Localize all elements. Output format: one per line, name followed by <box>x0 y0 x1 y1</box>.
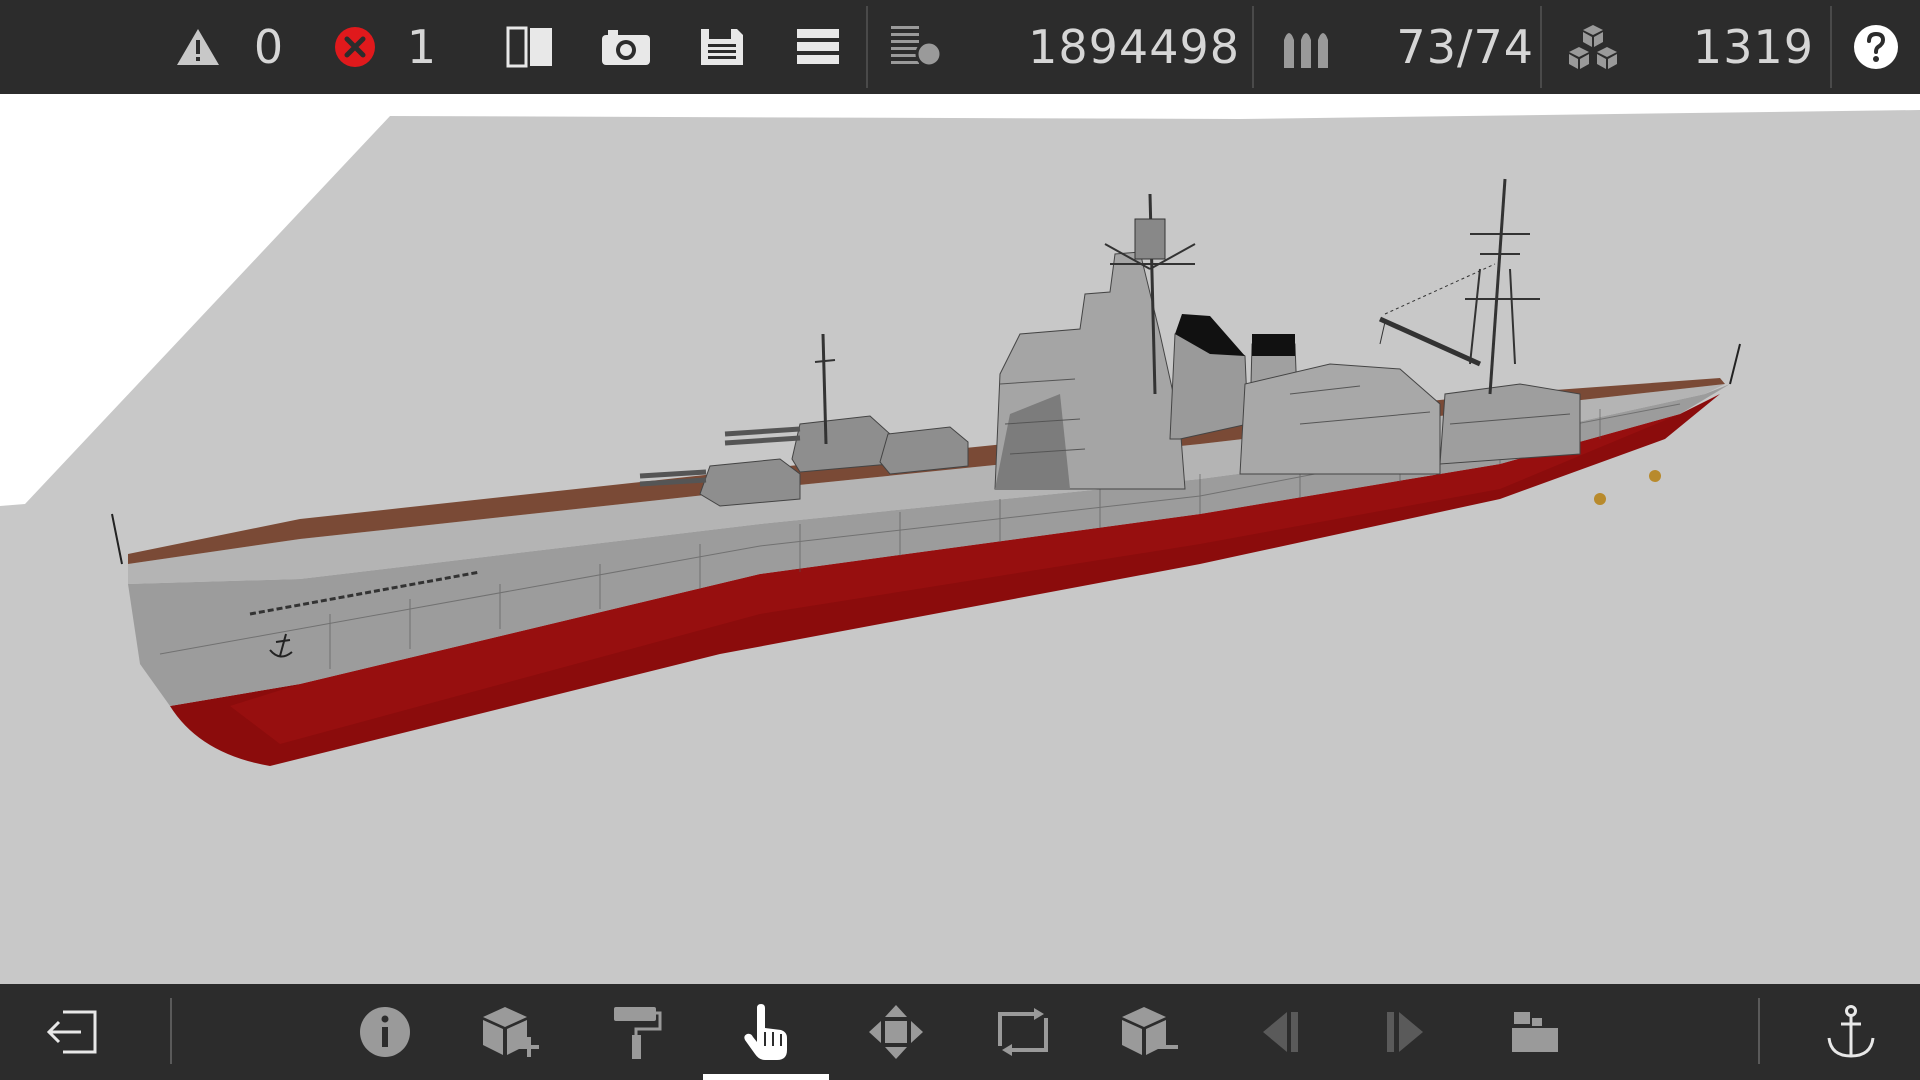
add-cube-icon <box>483 1007 539 1057</box>
error-icon[interactable] <box>330 0 380 94</box>
previous-button[interactable] <box>1218 984 1344 1080</box>
move-button[interactable] <box>833 984 959 1080</box>
top-toolbar: 0 1 1894498 73/74 1319 <box>0 0 1920 94</box>
add-part-button[interactable] <box>448 984 574 1080</box>
bottom-toolbar <box>0 984 1920 1080</box>
rotate-button[interactable] <box>960 984 1086 1080</box>
hand-pointer-icon <box>744 1004 787 1060</box>
remove-part-button[interactable] <box>1087 984 1213 1080</box>
warning-icon[interactable] <box>170 0 226 94</box>
top-separator <box>866 6 868 88</box>
mirror-view-icon[interactable] <box>498 0 562 94</box>
rotate-frame-icon <box>998 1008 1048 1056</box>
save-icon[interactable] <box>690 0 754 94</box>
cost-value: 1894498 <box>1028 20 1240 74</box>
select-hand-button[interactable] <box>703 984 829 1080</box>
camera-mode-button[interactable] <box>1472 984 1598 1080</box>
parts-cubes-icon[interactable] <box>1558 0 1628 94</box>
exit-icon <box>46 1010 97 1054</box>
next-button[interactable] <box>1342 984 1468 1080</box>
folder-parts-icon <box>1512 1012 1558 1052</box>
camera-icon[interactable] <box>594 0 658 94</box>
paint-roller-icon <box>614 1007 662 1059</box>
anchor-button[interactable] <box>1788 984 1914 1080</box>
bow-jackstaff <box>111 513 123 565</box>
errors-count: 1 <box>406 20 438 74</box>
aft-mast <box>1488 178 1507 395</box>
previous-arrow-icon <box>1263 1012 1298 1052</box>
propellers <box>1594 470 1661 505</box>
info-icon <box>360 1007 410 1057</box>
ammo-icon[interactable] <box>1272 0 1342 94</box>
top-separator <box>1830 6 1832 88</box>
info-button[interactable] <box>322 984 448 1080</box>
ammo-value: 73/74 <box>1396 20 1534 74</box>
aircraft-crane <box>1378 316 1482 367</box>
stern-flagstaff <box>1729 343 1741 385</box>
menu-icon[interactable] <box>786 0 850 94</box>
forward-turret-3 <box>879 426 969 475</box>
help-icon[interactable] <box>1846 0 1906 94</box>
bottom-separator <box>1758 998 1760 1064</box>
remove-cube-icon <box>1122 1007 1178 1055</box>
bottom-separator <box>170 998 172 1064</box>
move-arrows-icon <box>869 1005 923 1059</box>
exit-button[interactable] <box>8 984 134 1080</box>
top-separator <box>1540 6 1542 88</box>
ship-model-render <box>0 94 1920 766</box>
ship-viewport[interactable] <box>0 94 1920 984</box>
anchor-icon <box>1827 1005 1875 1058</box>
top-separator <box>1252 6 1254 88</box>
warnings-count: 0 <box>253 20 285 74</box>
paint-button[interactable] <box>574 984 700 1080</box>
next-arrow-icon <box>1387 1012 1423 1052</box>
parts-value: 1319 <box>1692 20 1814 74</box>
weight-balance-icon[interactable] <box>882 0 952 94</box>
